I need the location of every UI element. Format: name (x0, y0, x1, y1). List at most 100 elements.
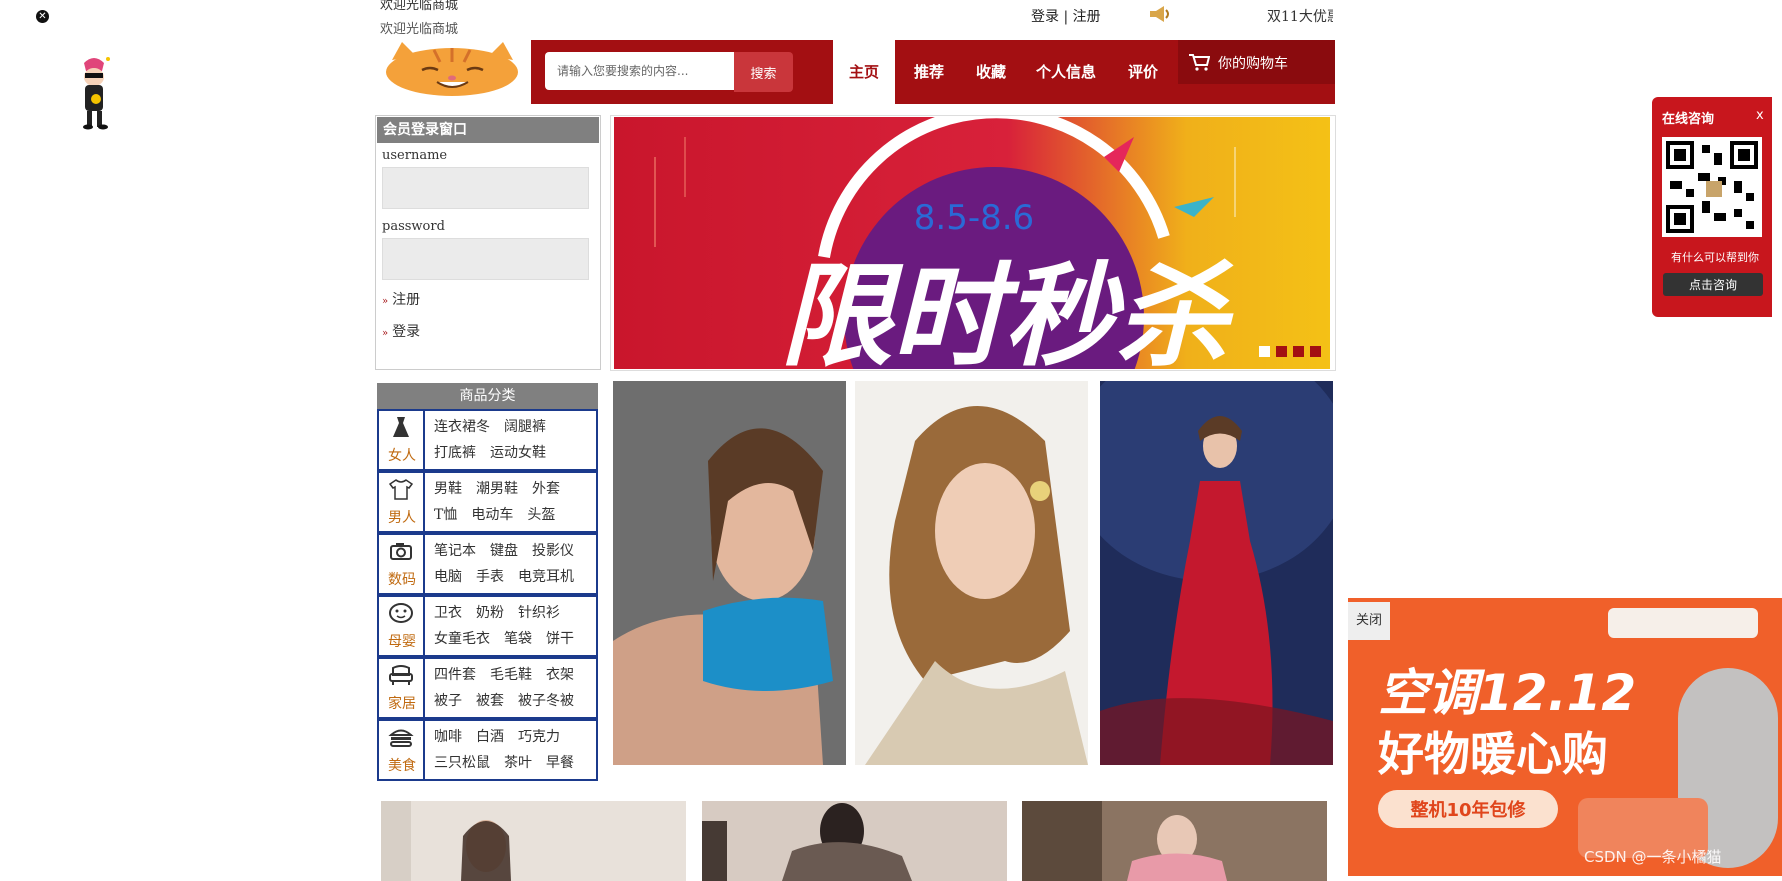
category-link[interactable]: 连衣裙冬 (434, 419, 490, 435)
category-row-men: 男人 男鞋 潮男鞋 外套 T恤 电动车 头盔 (377, 471, 598, 533)
category-link[interactable]: 奶粉 (476, 605, 504, 621)
category-link[interactable]: 男鞋 (434, 481, 462, 497)
product-image-bottom-3[interactable] (1022, 801, 1327, 881)
category-row-digital: 数码 笔记本 键盘 投影仪 电脑 手表 电竞耳机 (377, 533, 598, 595)
category-name: 母婴 (388, 634, 416, 650)
air-conditioner-ad[interactable]: 空调12.12 好物暖心购 整机10年包修 (1348, 598, 1782, 876)
consult-button[interactable]: 点击咨询 (1663, 273, 1763, 296)
category-home[interactable]: 家居 (379, 659, 425, 717)
username-label: username (382, 148, 448, 163)
top-login-link[interactable]: 登录 (1031, 9, 1059, 25)
category-men[interactable]: 男人 (379, 473, 425, 531)
category-link[interactable]: 潮男鞋 (476, 481, 518, 497)
consult-close-button[interactable]: x (1756, 108, 1764, 123)
category-link[interactable]: 投影仪 (532, 543, 574, 559)
category-title: 商品分类 (377, 383, 598, 409)
banner-dot-1[interactable] (1259, 346, 1270, 357)
cart-button[interactable]: 你的购物车 (1178, 40, 1335, 84)
category-link[interactable]: 被子冬被 (518, 693, 574, 709)
category-name: 家居 (388, 696, 416, 712)
password-field[interactable] (382, 238, 589, 280)
category-link[interactable]: 早餐 (546, 755, 574, 771)
category-links: 女童毛衣 笔袋 饼干 (434, 628, 588, 648)
category-link[interactable]: 被子 (434, 693, 462, 709)
register-link[interactable]: » 注册 (382, 289, 420, 309)
speaker-icon (1150, 6, 1169, 22)
camera-icon (390, 543, 412, 560)
category-link[interactable]: 饼干 (546, 631, 574, 647)
product-image-woman-curly[interactable] (855, 381, 1088, 765)
category-link[interactable]: 阔腿裤 (504, 419, 546, 435)
category-link[interactable]: 头盔 (527, 507, 555, 523)
category-link[interactable]: 键盘 (490, 543, 518, 559)
product-image-bottom-1[interactable] (381, 801, 686, 881)
nav-home[interactable]: 主页 (833, 40, 895, 104)
category-link[interactable]: T恤 (434, 507, 457, 523)
category-link[interactable]: 针织衫 (518, 605, 560, 621)
password-label: password (382, 219, 445, 234)
category-link[interactable]: 四件套 (434, 667, 476, 683)
banner-dot-2[interactable] (1276, 346, 1287, 357)
category-women[interactable]: 女人 (379, 411, 425, 469)
category-link[interactable]: 电竞耳机 (518, 569, 574, 585)
category-link[interactable]: 电脑 (434, 569, 462, 585)
category-link[interactable]: 三只松鼠 (434, 755, 490, 771)
category-links: 男鞋 潮男鞋 外套 (434, 478, 574, 498)
category-link[interactable]: 女童毛衣 (434, 631, 490, 647)
category-link[interactable]: 茶叶 (504, 755, 532, 771)
product-image-bottom-2[interactable] (702, 801, 1007, 881)
flash-sale-banner[interactable]: 8.5-8.6 限时秒杀 (614, 117, 1330, 369)
register-link-label: 注册 (392, 292, 421, 308)
category-links: 打底裤 运动女鞋 (434, 442, 560, 462)
category-link[interactable]: 衣架 (546, 667, 574, 683)
category-link[interactable]: 巧克力 (518, 729, 560, 745)
category-link[interactable]: 笔袋 (504, 631, 532, 647)
category-link[interactable]: 卫衣 (434, 605, 462, 621)
category-link[interactable]: 外套 (532, 481, 560, 497)
close-float-icon[interactable]: ✕ (36, 10, 49, 23)
cart-label: 你的购物车 (1218, 56, 1288, 72)
category-link[interactable]: 笔记本 (434, 543, 476, 559)
category-link[interactable]: 手表 (476, 569, 504, 585)
category-food[interactable]: 美食 (379, 721, 425, 779)
ad-line2: 好物暖心购 (1377, 727, 1608, 781)
category-link[interactable]: 白酒 (476, 729, 504, 745)
cart-icon (1189, 54, 1210, 71)
ad-line1: 空调12.12 (1378, 664, 1636, 722)
username-field[interactable] (382, 167, 589, 209)
burger-icon (388, 729, 414, 747)
category-link[interactable]: 电动车 (471, 507, 513, 523)
chevron-right-icon: » (382, 296, 389, 307)
nav-profile[interactable]: 个人信息 (1026, 40, 1106, 104)
category-link[interactable]: 毛毛鞋 (490, 667, 532, 683)
nav-favorites[interactable]: 收藏 (960, 40, 1022, 104)
product-image-man[interactable] (613, 381, 846, 765)
search-input[interactable] (545, 52, 735, 90)
category-link[interactable]: 被套 (476, 693, 504, 709)
tshirt-icon (388, 479, 414, 500)
category-link[interactable]: 咖啡 (434, 729, 462, 745)
category-links: T恤 电动车 头盔 (434, 504, 569, 524)
top-separator: | (1063, 9, 1069, 25)
category-digital[interactable]: 数码 (379, 535, 425, 593)
category-row-baby: 母婴 卫衣 奶粉 针织衫 女童毛衣 笔袋 饼干 (377, 595, 598, 657)
watermark: CSDN @一条小橘猫 (1584, 848, 1722, 866)
category-link[interactable]: 运动女鞋 (490, 445, 546, 461)
chevron-right-icon: » (382, 328, 389, 339)
dress-icon (393, 417, 409, 437)
nav-recommend[interactable]: 推荐 (898, 40, 960, 104)
category-baby[interactable]: 母婴 (379, 597, 425, 655)
login-link-label: 登录 (392, 324, 421, 340)
nav-reviews[interactable]: 评价 (1112, 40, 1174, 104)
search-button[interactable]: 搜索 (734, 52, 793, 92)
product-image-red-dress[interactable] (1100, 381, 1333, 765)
top-register-link[interactable]: 注册 (1073, 9, 1101, 25)
login-link[interactable]: » 登录 (382, 321, 420, 341)
category-name: 数码 (388, 572, 416, 588)
banner-dot-3[interactable] (1293, 346, 1304, 357)
banner-dot-4[interactable] (1310, 346, 1321, 357)
cat-logo[interactable] (382, 40, 523, 98)
baby-face-icon (389, 603, 413, 623)
category-link[interactable]: 打底裤 (434, 445, 476, 461)
ad-close-button[interactable]: 关闭 (1348, 602, 1390, 640)
